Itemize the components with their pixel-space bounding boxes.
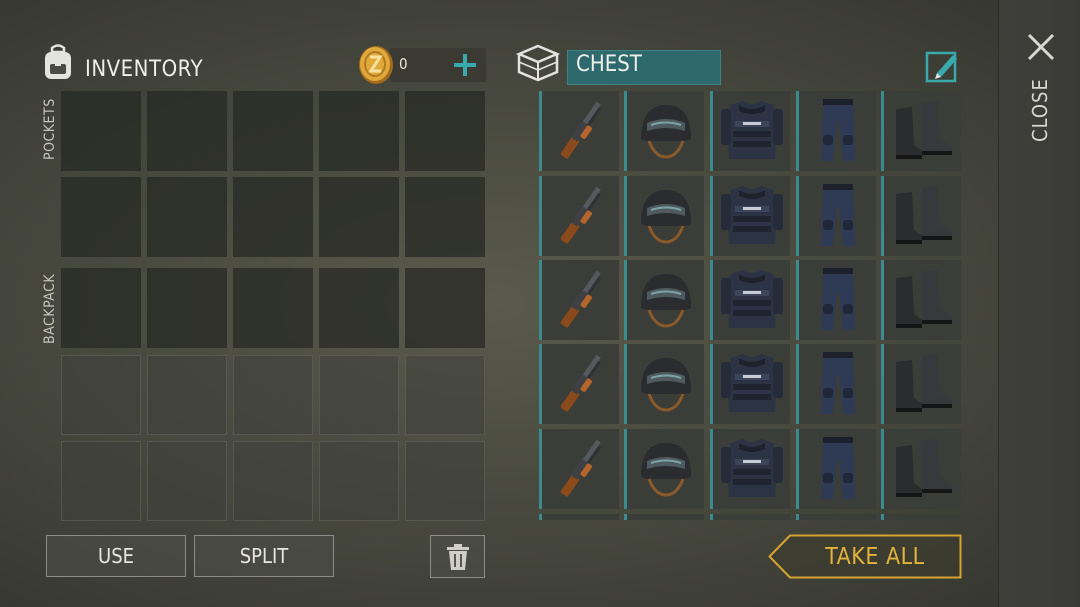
pants-icon [821,437,855,499]
police-vest-icon [721,270,783,328]
chest-slot[interactable] [624,429,704,509]
pockets-label: POCKETS [42,98,58,160]
shotgun-icon [560,101,601,159]
pocket-slot[interactable] [233,177,313,257]
backpack-slot[interactable] [319,268,399,348]
trash-icon [447,544,469,570]
police-vest-icon [721,439,783,497]
backpack-slot[interactable] [405,268,485,348]
chest-slot[interactable] [881,91,961,171]
helmet-icon [641,105,691,159]
police-vest-icon [721,354,783,412]
backpack-slot [405,355,485,435]
helmet-icon [641,358,691,412]
pocket-slot[interactable] [405,177,485,257]
chest-slot[interactable] [796,176,876,256]
chest-slot[interactable] [710,514,790,520]
shotgun-icon [560,439,601,497]
shotgun-icon [560,270,601,328]
backpack-slot[interactable] [147,268,227,348]
chest-slot[interactable] [796,429,876,509]
chest-slot[interactable] [539,344,619,424]
chest-slot[interactable] [624,514,704,520]
chest-name: CHEST [576,52,642,77]
boots-icon [896,270,952,328]
backpack-slot [61,441,141,521]
chest-slot[interactable] [881,344,961,424]
backpack-slot [233,441,313,521]
backpack-slot [147,441,227,521]
chest-slot[interactable] [710,176,790,256]
rename-icon[interactable] [925,49,959,83]
helmet-icon [641,274,691,328]
shotgun-icon [560,354,601,412]
backpack-icon [45,44,71,79]
pocket-slot[interactable] [61,91,141,171]
chest-slot[interactable] [539,91,619,171]
pants-icon [821,184,855,246]
chest-slot[interactable] [881,260,961,340]
boots-icon [896,439,952,497]
boots-icon [896,101,952,159]
backpack-slot [61,355,141,435]
chest-slot[interactable] [710,429,790,509]
chest-slot[interactable] [624,260,704,340]
helmet-icon [641,190,691,244]
chest-icon [515,44,561,82]
pocket-slot[interactable] [147,91,227,171]
shotgun-icon [560,186,601,244]
chest-slot[interactable] [710,91,790,171]
pants-icon [821,99,855,161]
pocket-slot[interactable] [233,91,313,171]
backpack-slot[interactable] [233,268,313,348]
chest-slot[interactable] [881,514,961,520]
close-label[interactable]: CLOSE [1022,78,1058,142]
chest-slot[interactable] [539,514,619,520]
chest-slot[interactable] [624,91,704,171]
chest-slot[interactable] [539,429,619,509]
plus-icon[interactable] [452,52,478,78]
pants-icon [821,352,855,414]
close-icon[interactable] [1026,32,1056,62]
take-all-label[interactable]: TAKE ALL [800,534,950,579]
chest-slot[interactable] [539,260,619,340]
coin-icon [359,46,393,84]
backpack-slot [233,355,313,435]
trash-button[interactable] [430,535,485,578]
chest-slot[interactable] [624,344,704,424]
chest-slot[interactable] [539,176,619,256]
police-vest-icon [721,186,783,244]
pocket-slot[interactable] [319,91,399,171]
helmet-icon [641,443,691,497]
pocket-slot[interactable] [147,177,227,257]
coin-value: 0 [399,55,408,73]
backpack-slot [319,441,399,521]
pants-icon [821,268,855,330]
pocket-slot[interactable] [319,177,399,257]
chest-slot[interactable] [796,260,876,340]
pocket-slot[interactable] [405,91,485,171]
chest-slot[interactable] [624,176,704,256]
chest-slot[interactable] [796,91,876,171]
chest-slot[interactable] [881,429,961,509]
backpack-slot [405,441,485,521]
backpack-slot [319,355,399,435]
boots-icon [896,354,952,412]
chest-slot[interactable] [796,514,876,520]
chest-slot[interactable] [796,344,876,424]
chest-slot[interactable] [710,260,790,340]
backpack-slot [147,355,227,435]
backpack-label: BACKPACK [42,273,58,345]
split-button[interactable]: SPLIT [194,535,334,577]
backpack-slot[interactable] [61,268,141,348]
pocket-slot[interactable] [61,177,141,257]
inventory-title: INVENTORY [85,57,204,82]
police-vest-icon [721,101,783,159]
boots-icon [896,186,952,244]
chest-slot[interactable] [881,176,961,256]
chest-slot[interactable] [710,344,790,424]
use-button[interactable]: USE [46,535,186,577]
